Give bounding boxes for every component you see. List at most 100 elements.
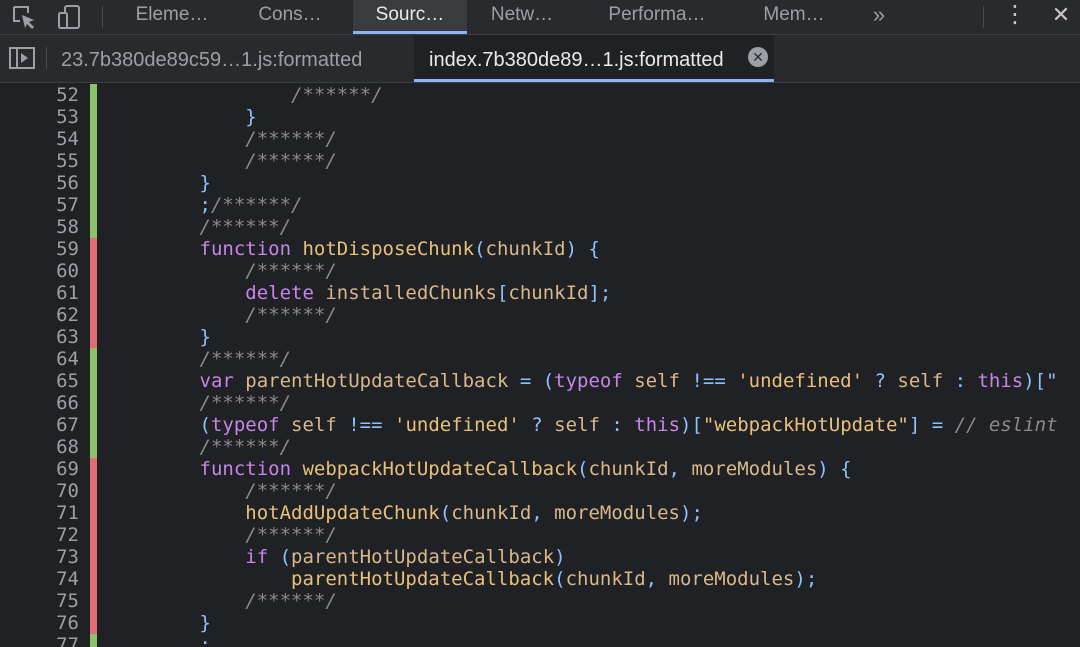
code-text: parentHotUpdateCallback(chunkId, moreMod…: [108, 568, 818, 590]
gutter-modified-marker: [90, 524, 97, 546]
line-number[interactable]: 61: [0, 282, 79, 304]
gutter-modified-marker: [90, 304, 97, 326]
code-text: /******/: [108, 348, 292, 370]
gutter-added-marker: [90, 128, 97, 150]
line-number[interactable]: 73: [0, 546, 79, 568]
code-text: /******/: [108, 304, 337, 326]
line-number[interactable]: 58: [0, 216, 79, 238]
line-number[interactable]: 63: [0, 326, 79, 348]
code-text: delete installedChunks[chunkId];: [108, 282, 612, 304]
code-line: 57 ;/******/: [0, 194, 1080, 216]
file-tab-index[interactable]: index.7b380de89…1.js:formatted ✕: [414, 35, 774, 82]
inspect-element-icon[interactable]: [10, 3, 38, 31]
toolbar-divider-right: [983, 6, 984, 28]
gutter-added-marker: [90, 216, 97, 238]
line-number[interactable]: 68: [0, 436, 79, 458]
file-tab-index-label: index.7b380de89…1.js:formatted: [429, 49, 724, 71]
code-line: 77 ;: [0, 634, 1080, 647]
code-text: if (parentHotUpdateCallback): [108, 546, 566, 568]
tab-console[interactable]: Cons…: [236, 0, 344, 34]
code-line: 60 /******/: [0, 260, 1080, 282]
devtools-toolbar: Eleme… Cons… Sourc… Netw… Performa… Mem……: [0, 0, 1080, 35]
line-number[interactable]: 74: [0, 568, 79, 590]
line-number[interactable]: 70: [0, 480, 79, 502]
gutter-modified-marker: [90, 502, 97, 524]
line-number[interactable]: 54: [0, 128, 79, 150]
line-number[interactable]: 62: [0, 304, 79, 326]
code-line: 70 /******/: [0, 480, 1080, 502]
code-line: 76 }: [0, 612, 1080, 634]
tab-elements[interactable]: Eleme…: [118, 0, 226, 34]
line-number[interactable]: 59: [0, 238, 79, 260]
gutter-added-marker: [90, 348, 97, 370]
gutter-added-marker: [90, 150, 97, 172]
line-number[interactable]: 66: [0, 392, 79, 414]
close-tab-icon[interactable]: ✕: [748, 47, 768, 67]
code-line: 53 }: [0, 106, 1080, 128]
code-line: 72 /******/: [0, 524, 1080, 546]
line-number[interactable]: 55: [0, 150, 79, 172]
gutter-modified-marker: [90, 612, 97, 634]
close-devtools-icon[interactable]: ✕: [1046, 0, 1076, 34]
code-line: 66 /******/: [0, 392, 1080, 414]
code-line: 52 /******/: [0, 84, 1080, 106]
code-line: 55 /******/: [0, 150, 1080, 172]
code-line: 58 /******/: [0, 216, 1080, 238]
code-line: 73 if (parentHotUpdateCallback): [0, 546, 1080, 568]
gutter-added-marker: [90, 414, 97, 436]
code-line: 75 /******/: [0, 590, 1080, 612]
code-text: /******/: [108, 436, 292, 458]
gutter-added-marker: [90, 106, 97, 128]
line-number[interactable]: 77: [0, 634, 79, 647]
gutter-modified-marker: [90, 480, 97, 502]
kebab-menu-icon[interactable]: ⋮: [1000, 0, 1030, 34]
code-text: hotAddUpdateChunk(chunkId, moreModules);: [108, 502, 703, 524]
tab-network[interactable]: Netw…: [472, 0, 572, 34]
gutter-added-marker: [90, 634, 97, 647]
line-number[interactable]: 57: [0, 194, 79, 216]
code-line: 65 var parentHotUpdateCallback = (typeof…: [0, 370, 1080, 392]
line-number[interactable]: 75: [0, 590, 79, 612]
code-text: /******/: [108, 524, 337, 546]
line-number[interactable]: 52: [0, 84, 79, 106]
code-text: ;: [108, 634, 211, 647]
code-text: function hotDisposeChunk(chunkId) {: [108, 238, 600, 260]
code-editor[interactable]: 52 /******/53 } 54 /******/55 /******/56 …: [0, 83, 1080, 647]
code-text: (typeof self !== 'undefined' ? self : th…: [108, 414, 1058, 436]
code-line: 67 (typeof self !== 'undefined' ? self :…: [0, 414, 1080, 436]
toolbar-divider: [102, 6, 103, 28]
code-line: 56 }: [0, 172, 1080, 194]
line-number[interactable]: 67: [0, 414, 79, 436]
filebar-divider: [46, 47, 47, 69]
code-line: 68 /******/: [0, 436, 1080, 458]
line-number[interactable]: 60: [0, 260, 79, 282]
file-tab-chunk[interactable]: 23.7b380de89c59…1.js:formatted: [48, 35, 398, 82]
tab-performance[interactable]: Performa…: [590, 0, 724, 34]
line-number[interactable]: 53: [0, 106, 79, 128]
code-text: /******/: [108, 84, 383, 106]
line-number[interactable]: 76: [0, 612, 79, 634]
line-number[interactable]: 65: [0, 370, 79, 392]
gutter-modified-marker: [90, 238, 97, 260]
gutter-modified-marker: [90, 326, 97, 348]
tab-sources[interactable]: Sourc…: [353, 0, 467, 34]
toggle-navigator-icon[interactable]: [8, 44, 36, 72]
line-number[interactable]: 72: [0, 524, 79, 546]
gutter-added-marker: [90, 370, 97, 392]
gutter-added-marker: [90, 84, 97, 106]
line-number[interactable]: 69: [0, 458, 79, 480]
code-text: var parentHotUpdateCallback = (typeof se…: [108, 370, 1058, 392]
gutter-added-marker: [90, 172, 97, 194]
code-line: 61 delete installedChunks[chunkId];: [0, 282, 1080, 304]
tab-memory[interactable]: Mem…: [746, 0, 842, 34]
code-line: 69 function webpackHotUpdateCallback(chu…: [0, 458, 1080, 480]
line-number[interactable]: 56: [0, 172, 79, 194]
more-tabs-icon[interactable]: »: [862, 0, 896, 34]
code-text: /******/: [108, 150, 337, 172]
device-toggle-icon[interactable]: [55, 3, 83, 31]
line-number[interactable]: 71: [0, 502, 79, 524]
line-number[interactable]: 64: [0, 348, 79, 370]
code-text: }: [108, 106, 257, 128]
code-line: 59 function hotDisposeChunk(chunkId) {: [0, 238, 1080, 260]
gutter-modified-marker: [90, 568, 97, 590]
